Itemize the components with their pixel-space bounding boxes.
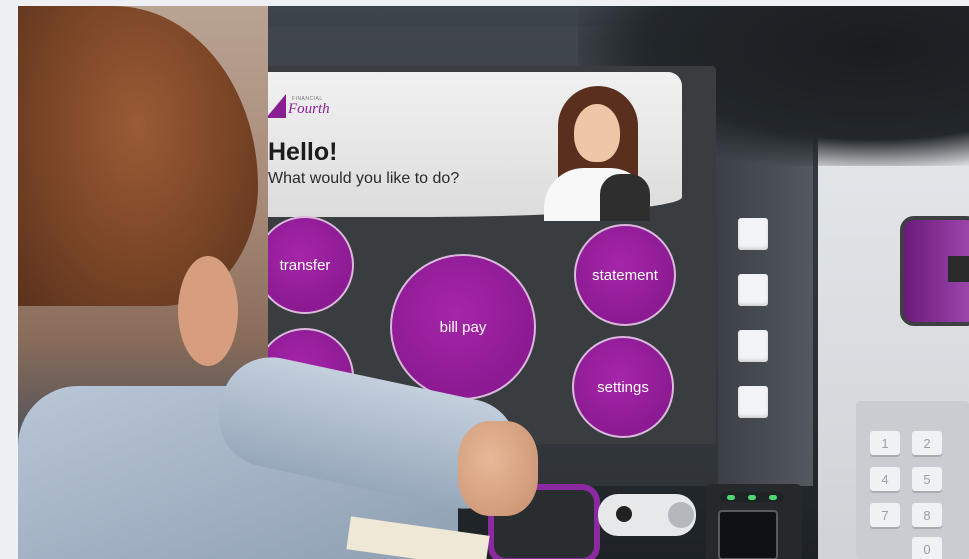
screen-side-key-2[interactable] (738, 274, 768, 306)
assistant-photo (530, 86, 660, 221)
greeting-prompt: What would you like to do? (268, 170, 460, 187)
brand-name: Fourth (288, 101, 330, 117)
screen-side-key-3[interactable] (738, 330, 768, 362)
assistant-face (574, 104, 620, 162)
screen-side-key-4[interactable] (738, 386, 768, 418)
keypad-key[interactable]: 7 (870, 503, 900, 527)
screen-side-key-1[interactable] (738, 218, 768, 250)
transfer-button[interactable]: transfer (256, 216, 354, 314)
person-hand (458, 421, 538, 516)
status-lights (720, 492, 784, 502)
status-light-icon (726, 494, 735, 500)
settings-button[interactable]: settings (572, 336, 674, 438)
camera-lens-icon (616, 506, 632, 522)
keypad-key[interactable]: 1 (870, 431, 900, 455)
status-light-icon (769, 494, 778, 500)
keypad-key[interactable]: 0 (912, 537, 942, 559)
keypad-key[interactable]: 4 (870, 467, 900, 491)
pin-keypad: 1 2 4 5 7 8 0 (856, 401, 969, 559)
brand-tagline: FINANCIAL (292, 96, 323, 102)
keypad-key[interactable]: 2 (912, 431, 942, 455)
camera-dome-icon (668, 502, 694, 528)
bill-pay-button[interactable]: bill pay (390, 254, 536, 400)
atm-photo: Fourth FINANCIAL Hello! What would you l… (18, 6, 969, 559)
receipt-slot[interactable] (718, 510, 778, 559)
greeting-title: Hello! (268, 138, 338, 166)
brand-logo-mark-icon (266, 94, 286, 118)
card-slot (948, 256, 969, 282)
keypad-key[interactable]: 8 (912, 503, 942, 527)
status-light-icon (747, 494, 756, 500)
keypad-key[interactable]: 5 (912, 467, 942, 491)
statement-button[interactable]: statement (574, 224, 676, 326)
welcome-banner: Fourth FINANCIAL Hello! What would you l… (240, 72, 682, 221)
person-ear (178, 256, 238, 366)
assistant-vest (600, 174, 650, 221)
